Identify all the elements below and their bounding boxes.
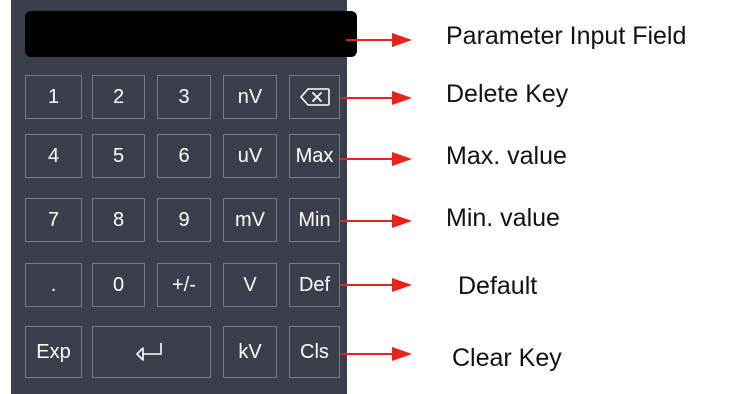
key-nv[interactable]: nV: [223, 75, 277, 119]
default-key[interactable]: Def: [289, 263, 340, 307]
label-delete-key: Delete Key: [446, 80, 569, 108]
label-min-value: Min. value: [446, 204, 560, 232]
key-5[interactable]: 5: [92, 134, 145, 178]
exp-key[interactable]: Exp: [25, 326, 82, 378]
parameter-input-field[interactable]: [25, 11, 357, 57]
label-clear-key: Clear Key: [452, 344, 562, 372]
key-4[interactable]: 4: [25, 134, 82, 178]
min-key[interactable]: Min: [289, 198, 340, 242]
key-8[interactable]: 8: [92, 198, 145, 242]
key-2[interactable]: 2: [92, 75, 145, 119]
key-v[interactable]: V: [223, 263, 277, 307]
enter-icon: [134, 340, 170, 364]
arrow-default: [340, 278, 412, 292]
arrow-min-value: [340, 214, 412, 228]
label-parameter-input-field: Parameter Input Field: [446, 22, 687, 50]
label-default: Default: [458, 272, 538, 300]
arrow-delete-key: [340, 91, 412, 105]
backspace-icon: [299, 87, 331, 107]
enter-key[interactable]: [92, 326, 211, 378]
max-key[interactable]: Max: [289, 134, 340, 178]
arrow-max-value: [340, 152, 412, 166]
key-mv[interactable]: mV: [223, 198, 277, 242]
key-decimal[interactable]: .: [25, 263, 82, 307]
delete-key[interactable]: [289, 75, 340, 119]
arrow-input-field: [346, 33, 412, 47]
key-0[interactable]: 0: [92, 263, 145, 307]
key-1[interactable]: 1: [25, 75, 82, 119]
key-9[interactable]: 9: [157, 198, 211, 242]
label-max-value: Max. value: [446, 142, 567, 170]
key-6[interactable]: 6: [157, 134, 211, 178]
clear-key[interactable]: Cls: [289, 326, 340, 378]
key-3[interactable]: 3: [157, 75, 211, 119]
key-uv[interactable]: uV: [223, 134, 277, 178]
key-7[interactable]: 7: [25, 198, 82, 242]
arrow-clear-key: [340, 347, 412, 361]
key-plus-minus[interactable]: +/-: [157, 263, 211, 307]
key-kv[interactable]: kV: [223, 326, 277, 378]
